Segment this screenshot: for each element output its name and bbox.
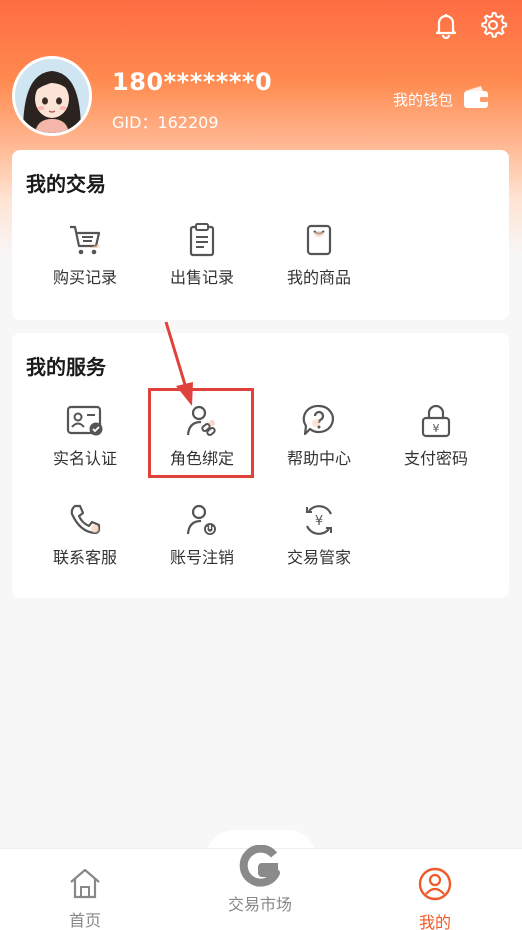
avatar[interactable] (12, 56, 92, 136)
cart-icon (65, 220, 105, 260)
help-center-button[interactable]: 帮助中心 (264, 401, 374, 469)
contact-service-button[interactable]: 联系客服 (30, 500, 140, 568)
home-icon (68, 867, 102, 903)
trade-manager-label: 交易管家 (286, 548, 351, 567)
real-name-auth-button[interactable]: 实名认证 (30, 401, 140, 469)
wallet-icon (461, 84, 491, 114)
notification-bell-icon[interactable] (430, 9, 462, 41)
annotation-arrow-icon (164, 321, 193, 406)
help-center-label: 帮助中心 (286, 449, 351, 468)
contact-service-label: 联系客服 (52, 548, 117, 567)
tab-mine-label: 我的 (418, 913, 451, 930)
purchase-records-label: 购买记录 (52, 268, 117, 287)
market-logo-icon (238, 844, 282, 891)
account-cancel-button[interactable]: 账号注销 (147, 500, 257, 568)
my-services-title: 我的服务 (26, 355, 106, 379)
payment-password-label: 支付密码 (403, 449, 468, 468)
user-gid: GID：162209 (112, 113, 219, 132)
my-services-card: 我的服务 实名认证 角色绑定 帮助中心 ¥ 支付密码 联系客服 账号注销 ¥ 交… (12, 333, 509, 598)
bottom-tab-bar: 首页 交易市场 我的 (0, 844, 522, 930)
lock-yen-icon: ¥ (416, 401, 456, 441)
product-bag-icon (299, 220, 339, 260)
tab-market[interactable]: 交易市场 (200, 844, 320, 915)
sales-records-button[interactable]: 出售记录 (147, 220, 257, 288)
wallet-label: 我的钱包 (393, 90, 454, 109)
my-trade-title: 我的交易 (26, 172, 106, 196)
help-icon (299, 401, 339, 441)
user-power-icon (182, 500, 222, 540)
real-name-auth-label: 实名认证 (52, 449, 117, 468)
yen-cycle-icon: ¥ (299, 500, 339, 540)
phone-icon (65, 500, 105, 540)
svg-text:¥: ¥ (315, 514, 323, 529)
trade-manager-button[interactable]: ¥ 交易管家 (264, 500, 374, 568)
tab-home-label: 首页 (68, 911, 101, 930)
tab-market-label: 交易市场 (227, 895, 292, 914)
user-profile-icon (418, 867, 452, 905)
id-card-verified-icon (65, 401, 105, 441)
account-cancel-label: 账号注销 (169, 548, 234, 567)
wallet-button[interactable]: 我的钱包 (393, 84, 491, 114)
clipboard-icon (182, 220, 222, 260)
svg-text:¥: ¥ (433, 422, 440, 435)
settings-gear-icon[interactable] (477, 9, 509, 41)
tab-home[interactable]: 首页 (25, 867, 145, 930)
payment-password-button[interactable]: ¥ 支付密码 (381, 401, 491, 469)
my-trade-card: 我的交易 购买记录 出售记录 我的商品 (12, 150, 509, 320)
my-products-label: 我的商品 (286, 268, 351, 287)
sales-records-label: 出售记录 (169, 268, 234, 287)
my-products-button[interactable]: 我的商品 (264, 220, 374, 288)
tab-mine[interactable]: 我的 (375, 867, 495, 930)
user-phone: 180*******0 (112, 68, 273, 96)
purchase-records-button[interactable]: 购买记录 (30, 220, 140, 288)
